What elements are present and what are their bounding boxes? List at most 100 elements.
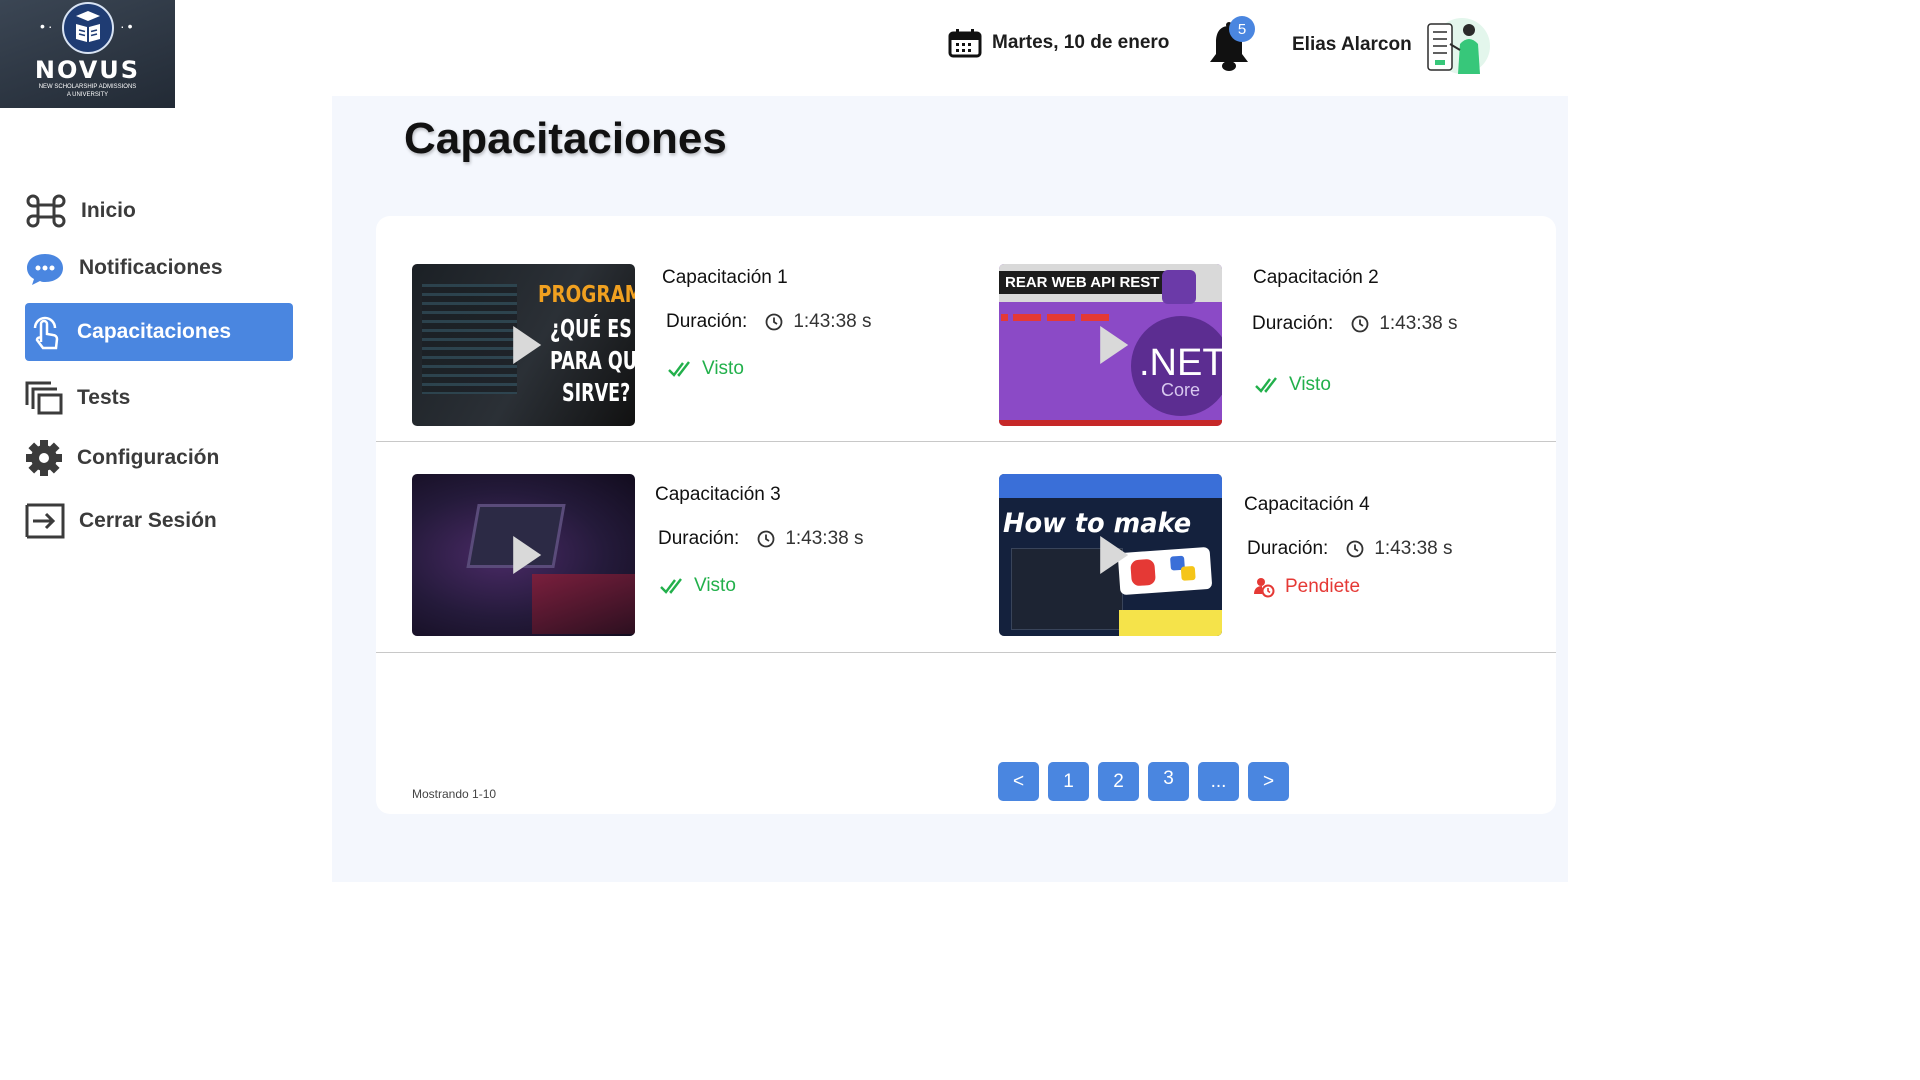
sidebar-item-notificaciones[interactable]: Notificaciones — [25, 239, 293, 297]
more-pages-button[interactable]: ... — [1198, 762, 1239, 801]
brand-subtitle-line2: A UNIVERSITY — [66, 92, 109, 98]
status-text: Pendiete — [1285, 576, 1361, 597]
sidebar-item-label: Inicio — [81, 199, 136, 222]
thumbnail-text: ¿QUÉ ES Y — [550, 314, 635, 343]
duration-label: Duración: — [1247, 538, 1329, 559]
gear-icon — [26, 440, 62, 476]
user-clock-icon — [1254, 578, 1275, 598]
thumbnail-text: Core — [1161, 380, 1201, 400]
clock-icon — [1351, 315, 1369, 333]
training-2-title: Capacitación 2 — [1253, 267, 1379, 288]
next-page-button[interactable]: > — [1248, 762, 1289, 801]
sidebar-item-label: Cerrar Sesión — [79, 509, 217, 532]
thumbnail-header-band — [999, 474, 1222, 498]
notification-count-badge: 5 — [1229, 16, 1255, 42]
double-check-icon — [660, 578, 682, 594]
duration-value: 1:43:38 s — [1374, 538, 1453, 559]
thumbnail-text: REAR WEB API REST — [999, 271, 1166, 294]
training-4-status: Pendiete — [1253, 576, 1360, 598]
logo-dots-icon: ·• — [120, 18, 136, 34]
duration-value: 1:43:38 s — [785, 528, 864, 549]
page-title: Capacitaciones — [404, 114, 727, 163]
notifications-button[interactable]: 5 — [1207, 16, 1255, 74]
touch-icon — [33, 316, 59, 350]
current-date: Martes, 10 de enero — [948, 28, 1169, 58]
training-1-duration: Duración: 1:43:38 s — [666, 311, 872, 333]
page-2-button[interactable]: 2 — [1098, 762, 1139, 801]
sidebar-item-tests[interactable]: Tests — [25, 369, 293, 427]
training-4-duration: Duración: 1:43:38 s — [1247, 538, 1453, 560]
brand-subtitle: NEW SCHOLARSHIP ADMISSIONS A UNIVERSITY — [0, 83, 175, 99]
training-1-status: Visto — [668, 358, 744, 380]
training-4-thumbnail[interactable]: How to make — [999, 474, 1222, 636]
page-1-button[interactable]: 1 — [1048, 762, 1089, 801]
duration-label: Duración: — [658, 528, 740, 549]
play-icon[interactable] — [1098, 534, 1130, 576]
double-check-icon — [1255, 377, 1277, 393]
clock-icon — [765, 313, 783, 331]
duration-value: 1:43:38 s — [793, 311, 872, 332]
logout-icon — [25, 503, 65, 539]
code-lines-decoration — [422, 284, 517, 394]
thumbnail-text: PROGRAMA — [538, 282, 635, 308]
row-divider — [376, 652, 1556, 653]
stacked-windows-icon — [25, 381, 63, 415]
training-1-thumbnail[interactable]: PROGRAMA ¿QUÉ ES Y PARA QUÉ SIRVE? — [412, 264, 635, 426]
thumbnail-text: .NET — [1139, 342, 1222, 384]
page-3-button[interactable]: 3 — [1148, 762, 1189, 801]
avatar[interactable] — [1422, 14, 1490, 78]
brand-subtitle-line1: NEW SCHOLARSHIP ADMISSIONS — [38, 84, 137, 90]
thumbnail-text: SIRVE? — [562, 378, 631, 407]
row-divider — [376, 441, 1556, 442]
duration-label: Duración: — [666, 311, 748, 332]
shorts-logo-icon — [1130, 558, 1156, 587]
user-avatar-illustration-icon — [1427, 18, 1490, 74]
status-text: Visto — [702, 358, 744, 379]
progress-strip — [999, 420, 1222, 426]
brand-name: NOVUS — [34, 56, 141, 84]
thumbnail-text: PARA QUÉ — [550, 346, 635, 375]
logos-card — [1117, 546, 1213, 596]
duration-label: Duración: — [1252, 313, 1334, 334]
training-3-thumbnail[interactable] — [412, 474, 635, 636]
duration-value: 1:43:38 s — [1379, 313, 1458, 334]
open-book-graduation-icon — [62, 2, 114, 54]
sidebar-item-label: Configuración — [77, 446, 220, 469]
training-3-status: Visto — [660, 575, 736, 597]
user-name: Elias Alarcon — [1292, 34, 1412, 55]
chat-bubble-icon — [27, 254, 63, 285]
clock-icon — [1346, 540, 1364, 558]
status-text: Visto — [694, 575, 736, 596]
pagination-summary: Mostrando 1-10 — [412, 787, 497, 801]
prev-page-button[interactable]: < — [998, 762, 1039, 801]
sidebar-item-inicio[interactable]: Inicio — [25, 182, 293, 240]
sidebar-item-capacitaciones[interactable]: Capacitaciones — [25, 303, 293, 361]
novus-logo: •· ·• NOVUS NEW SCHOLARSHIP ADMISSIONS A… — [0, 0, 175, 108]
sidebar-item-label: Capacitaciones — [77, 320, 232, 343]
command-icon — [26, 194, 66, 228]
training-1-title: Capacitación 1 — [662, 267, 788, 288]
status-text: Visto — [1289, 374, 1331, 395]
play-icon[interactable] — [511, 534, 543, 576]
play-icon[interactable] — [511, 324, 543, 366]
csharp-logo-icon — [1162, 270, 1196, 304]
sidebar-item-label: Tests — [77, 386, 131, 409]
clock-icon — [757, 530, 775, 548]
sidebar-item-label: Notificaciones — [79, 256, 223, 279]
python-logo-icon — [1180, 565, 1196, 581]
training-3-duration: Duración: 1:43:38 s — [658, 528, 864, 550]
training-2-status: Visto — [1255, 374, 1331, 396]
training-4-title: Capacitación 4 — [1244, 494, 1370, 515]
sidebar-item-configuracion[interactable]: Configuración — [25, 429, 293, 487]
calendar-icon — [948, 29, 982, 58]
sidebar-item-cerrar-sesion[interactable]: Cerrar Sesión — [25, 492, 293, 550]
training-3-title: Capacitación 3 — [655, 484, 781, 505]
keyboard-hand-decoration — [532, 574, 635, 634]
logo-dots-icon: •· — [40, 18, 56, 34]
play-icon[interactable] — [1098, 324, 1130, 366]
date-text: Martes, 10 de enero — [992, 32, 1170, 53]
training-2-duration: Duración: 1:43:38 s — [1252, 313, 1458, 335]
double-check-icon — [668, 361, 690, 377]
yellow-band-decoration — [1119, 610, 1222, 636]
training-2-thumbnail[interactable]: REAR WEB API REST .NET Core — [999, 264, 1222, 426]
